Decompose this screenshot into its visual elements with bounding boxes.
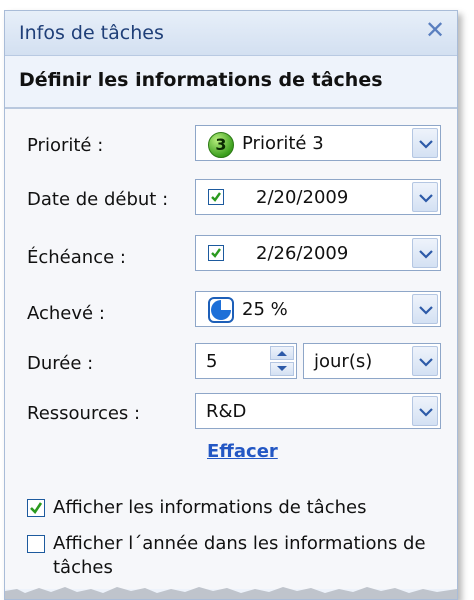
due-date-label: Échéance :	[27, 247, 126, 268]
resources-label: Ressources :	[27, 403, 141, 424]
due-date-value: 2/26/2009	[256, 243, 349, 264]
chevron-down-icon[interactable]	[412, 128, 438, 158]
priority-label: Priorité :	[27, 135, 104, 156]
show-task-info-label: Afficher les informations de tâches	[53, 497, 367, 518]
priority-3-icon: 3	[208, 132, 234, 158]
duration-spinner	[270, 346, 294, 376]
chevron-down-icon[interactable]	[412, 346, 438, 376]
start-date-checkbox[interactable]	[208, 189, 224, 205]
chevron-down-icon[interactable]	[412, 238, 438, 268]
completed-label: Achevé :	[27, 303, 105, 324]
start-date-value: 2/20/2009	[256, 187, 349, 208]
pie-25-percent-icon	[208, 297, 234, 323]
duration-unit-value: jour(s)	[314, 351, 373, 372]
show-task-info-checkbox[interactable]	[27, 499, 45, 517]
duration-value: 5	[206, 351, 218, 372]
show-year-label-line2: tâches	[53, 557, 113, 578]
completion-value: 25 %	[242, 299, 288, 320]
duration-unit-select[interactable]: jour(s)	[303, 343, 441, 379]
chevron-down-icon[interactable]	[412, 396, 438, 426]
priority-value: Priorité 3	[242, 133, 324, 154]
clear-link[interactable]: Effacer	[207, 441, 278, 462]
completion-select[interactable]: 25 %	[195, 291, 441, 327]
priority-select[interactable]: 3 Priorité 3	[195, 125, 441, 161]
section-header: Définir les informations de tâches	[19, 69, 383, 91]
duration-input[interactable]: 5	[195, 343, 297, 379]
panel-title: Infos de tâches	[19, 22, 164, 44]
torn-edge-decoration	[5, 587, 457, 599]
show-year-label-line1: Afficher l´année dans les informations d…	[53, 533, 426, 554]
start-date-label: Date de début :	[27, 189, 169, 210]
duration-label: Durée :	[27, 353, 94, 374]
spin-down-icon[interactable]	[270, 362, 294, 376]
chevron-down-icon[interactable]	[412, 294, 438, 324]
resources-select[interactable]: R&D	[195, 393, 441, 429]
task-info-panel: Infos de tâches ✕ Définir les informatio…	[4, 10, 458, 600]
spin-up-icon[interactable]	[270, 346, 294, 360]
resources-value: R&D	[206, 401, 247, 422]
due-date-picker[interactable]: 2/26/2009	[195, 235, 441, 271]
chevron-down-icon[interactable]	[412, 182, 438, 212]
panel-titlebar: Infos de tâches ✕	[5, 11, 457, 56]
start-date-picker[interactable]: 2/20/2009	[195, 179, 441, 215]
due-date-checkbox[interactable]	[208, 245, 224, 261]
show-year-checkbox[interactable]	[27, 535, 45, 553]
close-icon[interactable]: ✕	[423, 17, 447, 45]
